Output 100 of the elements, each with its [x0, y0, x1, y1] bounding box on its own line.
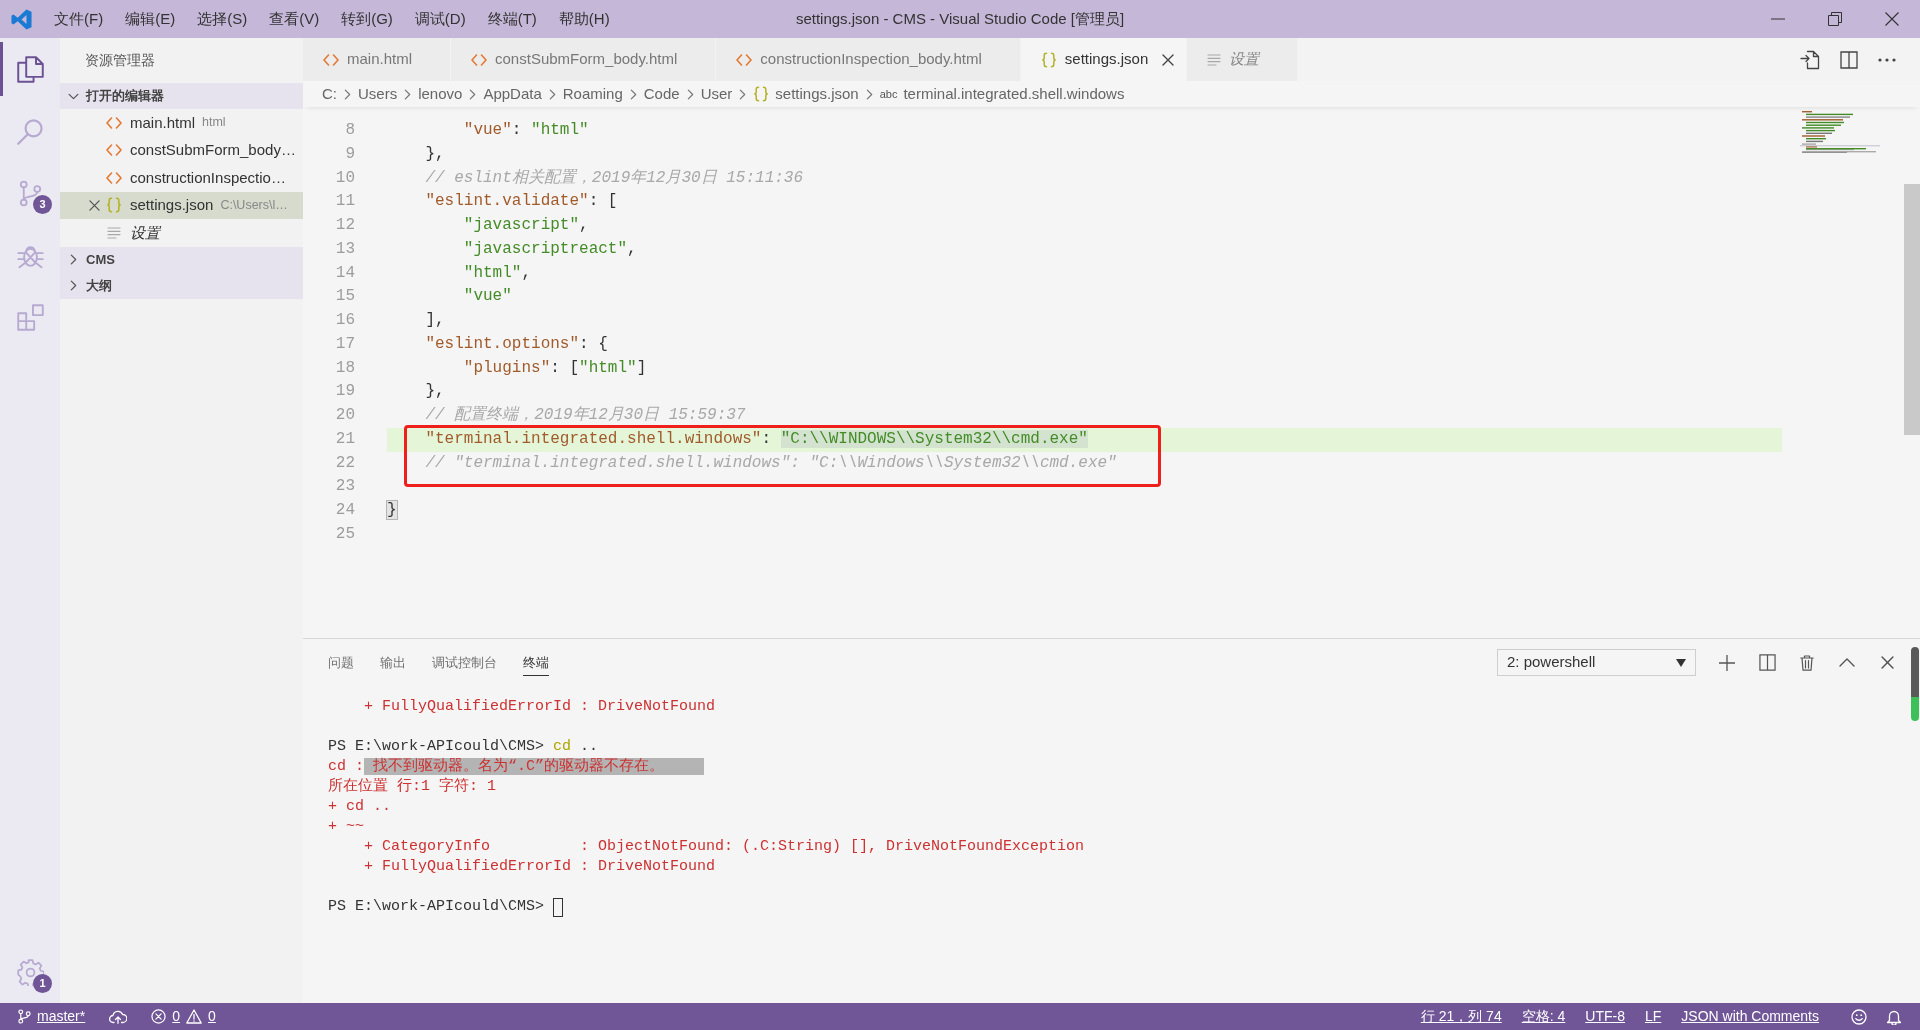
line-number: 24 — [334, 500, 355, 521]
chevron-right-icon — [548, 88, 556, 100]
section-header[interactable]: 打开的编辑器 — [60, 83, 303, 109]
open-editor-item[interactable]: main.html html — [60, 109, 303, 137]
terminal-line: + FullyQualifiedErrorId : DriveNotFound — [364, 857, 716, 877]
section-header[interactable]: 大纲 — [60, 272, 303, 299]
status-item[interactable]: 空格: 4 — [1511, 1006, 1576, 1027]
scrollbar-thumb[interactable] — [1904, 184, 1920, 435]
open-editor-item[interactable]: constSubmForm_body… — [60, 136, 303, 164]
open-editor-item[interactable]: 设置 — [60, 219, 303, 247]
terminal-line: + cd .. — [328, 797, 391, 817]
breadcrumb-item[interactable]: settings.json — [753, 82, 859, 106]
branch-icon — [18, 1009, 31, 1024]
status-item[interactable]: JSON with Comments — [1671, 1006, 1829, 1027]
line-number: 17 — [334, 333, 355, 355]
close-icon[interactable] — [1162, 53, 1175, 66]
code-icon — [736, 53, 753, 66]
settings-icon[interactable] — [16, 958, 44, 986]
line-number: 23 — [334, 476, 355, 498]
line-number: 9 — [344, 143, 355, 165]
panel-tab[interactable]: 输出 — [380, 648, 406, 677]
status-item[interactable]: master* — [6, 1006, 98, 1027]
chevron-up-icon[interactable] — [1839, 658, 1855, 667]
list-icon — [1207, 53, 1222, 66]
chevron-right-icon — [469, 88, 477, 100]
menu-item[interactable]: 帮助(H) — [547, 1, 621, 37]
breadcrumb-item[interactable]: C: — [322, 82, 337, 106]
status-item[interactable]: 行 21，列 74 — [1410, 1006, 1512, 1027]
code-line: }, — [425, 381, 445, 403]
code-line: "plugins": ["html"] — [463, 357, 647, 379]
error-icon — [151, 1009, 167, 1024]
terminal-line: cd : 找不到驱动器。名为“.C”的驱动器不存在。 — [328, 757, 705, 777]
close-icon[interactable] — [1884, 12, 1899, 26]
status-item[interactable]: UTF-8 — [1575, 1006, 1635, 1027]
panel-tab[interactable]: 终端 — [523, 648, 549, 677]
braces-icon — [106, 197, 122, 214]
split-editor-icon[interactable] — [1840, 50, 1858, 69]
chevron-right-icon — [404, 88, 412, 100]
document-arrow-icon[interactable] — [1800, 49, 1820, 70]
menu-item[interactable]: 查看(V) — [258, 1, 331, 37]
breadcrumb-item[interactable]: User — [700, 82, 733, 106]
menu-item[interactable]: 转到(G) — [330, 1, 404, 37]
breadcrumb-item[interactable]: Code — [643, 82, 680, 106]
trash-icon[interactable] — [1800, 654, 1814, 671]
terminal-select[interactable]: 2: powershell — [1497, 649, 1696, 676]
text-cursor — [553, 897, 564, 917]
code-line: }, — [425, 143, 445, 165]
restore-icon[interactable] — [1827, 12, 1842, 26]
line-number: 14 — [334, 262, 355, 284]
line-number: 15 — [334, 286, 355, 308]
menu-item[interactable]: 选择(S) — [186, 1, 259, 37]
code-line: // 配置终端，2019年12月30日 15:59:37 — [425, 405, 746, 426]
minimap-drawing[interactable] — [1800, 111, 1880, 153]
code-icon — [106, 171, 122, 184]
section-header[interactable]: CMS — [60, 246, 303, 273]
breadcrumb-item[interactable]: Users — [358, 82, 398, 106]
open-editor-item[interactable]: constructionInspectio… — [60, 164, 303, 192]
logo-icon — [11, 8, 32, 30]
smiley-icon[interactable] — [1851, 1008, 1867, 1025]
status-item[interactable]: LF — [1634, 1006, 1672, 1027]
split-icon[interactable] — [1758, 654, 1776, 671]
terminal-line: PS E:\work-APIcould\CMS> cd .. — [328, 737, 599, 757]
scrollbar-thumb[interactable] — [1911, 647, 1919, 721]
code-icon — [323, 53, 339, 66]
notification-badge: 3 — [33, 195, 52, 214]
menu-item[interactable]: 文件(F) — [43, 1, 115, 37]
bell-icon[interactable] — [1887, 1008, 1901, 1025]
editor-tab[interactable]: main.html — [303, 38, 452, 81]
open-editor-item[interactable]: settings.json C:\Users\l… — [60, 191, 303, 219]
close-icon[interactable] — [88, 199, 100, 211]
cloud-upload-icon[interactable] — [109, 1009, 128, 1024]
code-icon — [106, 144, 122, 157]
line-number: 21 — [334, 428, 355, 450]
editor-tab[interactable]: 设置 — [1187, 38, 1299, 81]
breadcrumb-item[interactable]: lenovo — [418, 82, 463, 106]
line-number: 19 — [334, 381, 355, 403]
files-icon[interactable] — [16, 55, 44, 83]
code-icon — [106, 116, 122, 129]
code-line: "javascriptreact", — [463, 238, 637, 260]
status-item[interactable]: 0 0 — [139, 1006, 228, 1027]
plus-icon[interactable] — [1719, 654, 1735, 671]
notification-badge: 1 — [33, 974, 52, 993]
more-icon[interactable] — [1878, 57, 1896, 62]
editor-tab[interactable]: constructionInspection_body.html — [716, 38, 1021, 81]
close-icon[interactable] — [1880, 656, 1894, 669]
panel-tab[interactable]: 问题 — [328, 648, 354, 677]
window-title: settings.json - CMS - Visual Studio Code [管理员] — [795, 8, 1125, 29]
panel-tab[interactable]: 调试控制台 — [432, 648, 497, 677]
breadcrumb-item[interactable]: abc terminal.integrated.shell.windows — [879, 82, 1125, 106]
menu-item[interactable]: 终端(T) — [476, 1, 548, 37]
breadcrumb-item[interactable]: AppData — [483, 82, 542, 106]
menu-item[interactable]: 编辑(E) — [114, 1, 187, 37]
editor-tab[interactable]: constSubmForm_body.html — [451, 38, 717, 81]
terminal-line: 所在位置 行:1 字符: 1 — [328, 777, 496, 797]
line-number: 18 — [334, 357, 355, 379]
chevron-right-icon — [629, 88, 637, 100]
code-line: "vue": "html" — [463, 120, 589, 141]
chevron-right-icon — [686, 88, 694, 100]
breadcrumb-item[interactable]: Roaming — [562, 82, 623, 106]
menu-item[interactable]: 调试(D) — [403, 1, 477, 37]
